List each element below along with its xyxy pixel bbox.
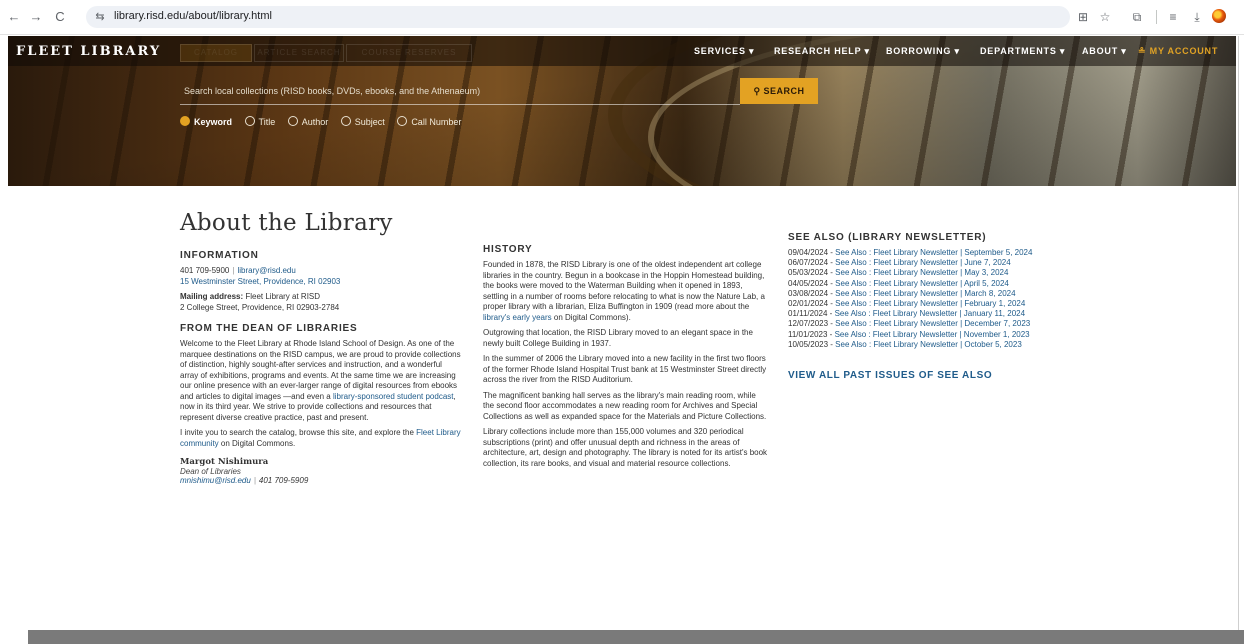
radio-call-number[interactable]: Call Number xyxy=(397,116,461,127)
hero-header: FLEET LIBRARY CATALOG ARTICLE SEARCH COU… xyxy=(8,36,1236,186)
dean-name: Margot Nishimura xyxy=(180,457,269,467)
list-item: 01/11/2024 - See Also : Fleet Library Ne… xyxy=(788,309,1026,319)
history-paragraph-3: In the summer of 2006 the Library moved … xyxy=(483,354,767,384)
star-icon[interactable]: ☆ xyxy=(1096,8,1114,26)
radio-keyword[interactable]: Keyword xyxy=(180,116,232,127)
newsletter-link[interactable]: See Also : Fleet Library Newsletter | Ap… xyxy=(835,279,1009,288)
dean-paragraph-2: I invite you to search the catalog, brow… xyxy=(180,428,461,448)
history-paragraph-5: Library collections include more than 15… xyxy=(483,427,768,468)
site-info-icon[interactable]: ⇆ xyxy=(92,9,108,25)
radio-title[interactable]: Title xyxy=(244,116,275,127)
my-account-link[interactable]: ≗ MY ACCOUNT xyxy=(1138,46,1218,57)
about-column: About the Library INFORMATION 401 709-59… xyxy=(180,210,462,485)
dean-contact: mnishimu@risd.edu | 401 709-5909 xyxy=(180,476,309,485)
newsletter-link[interactable]: See Also : Fleet Library Newsletter | Ma… xyxy=(835,289,1015,298)
radio-subject[interactable]: Subject xyxy=(340,116,385,127)
translate-icon[interactable]: ⊞ xyxy=(1074,8,1092,26)
search-underline xyxy=(180,104,740,105)
dean-title: Dean of Libraries xyxy=(180,467,241,476)
dean-heading: FROM THE DEAN OF LIBRARIES xyxy=(180,323,358,334)
newsletter-link[interactable]: See Also : Fleet Library Newsletter | Ma… xyxy=(835,268,1008,277)
early-years-link[interactable]: library's early years xyxy=(483,313,552,322)
view-all-issues-link[interactable]: VIEW ALL PAST ISSUES OF SEE ALSO xyxy=(788,370,1088,381)
toolbar-divider xyxy=(1156,10,1157,24)
list-item: 11/01/2023 - See Also : Fleet Library Ne… xyxy=(788,329,1030,339)
download-icon[interactable]: ⤓ xyxy=(1188,8,1206,26)
history-paragraph-1: Founded in 1878, the RISD Library is one… xyxy=(483,260,765,322)
list-item: 12/07/2023 - See Also : Fleet Library Ne… xyxy=(788,319,1031,329)
reload-icon[interactable]: C xyxy=(50,7,70,27)
radio-dot xyxy=(180,116,190,126)
page-edge xyxy=(1238,36,1239,630)
nav-about[interactable]: ABOUT ▾ xyxy=(1082,46,1127,57)
nav-services[interactable]: SERVICES ▾ xyxy=(694,46,754,57)
list-item: 09/04/2024 - See Also : Fleet Library Ne… xyxy=(788,248,1033,257)
tab-course-reserves[interactable]: COURSE RESERVES xyxy=(346,44,472,62)
newsletter-link[interactable]: See Also : Fleet Library Newsletter | No… xyxy=(835,330,1030,339)
history-column: HISTORY Founded in 1878, the RISD Librar… xyxy=(483,244,769,474)
newsletter-link[interactable]: See Also : Fleet Library Newsletter | Se… xyxy=(835,248,1032,257)
newsletter-list: 09/04/2024 - See Also : Fleet Library Ne… xyxy=(788,248,1088,350)
browser-toolbar: ← → C ⇆ library.risd.edu/about/library.h… xyxy=(0,0,1244,35)
nav-borrowing[interactable]: BORROWING ▾ xyxy=(886,46,960,57)
radio-dot xyxy=(397,116,408,126)
back-icon[interactable]: ← xyxy=(4,7,24,27)
newsletter-link[interactable]: See Also : Fleet Library Newsletter | De… xyxy=(835,319,1030,328)
list-item: 05/03/2024 - See Also : Fleet Library Ne… xyxy=(788,268,1009,278)
list-item: 06/07/2024 - See Also : Fleet Library Ne… xyxy=(788,258,1011,268)
list-item: 03/08/2024 - See Also : Fleet Library Ne… xyxy=(788,288,1016,298)
tab-search-icon[interactable]: ≡ xyxy=(1164,8,1182,26)
newsletter-link[interactable]: See Also : Fleet Library Newsletter | Oc… xyxy=(835,340,1022,349)
site-logo[interactable]: FLEET LIBRARY xyxy=(16,44,161,59)
newsletter-link[interactable]: See Also : Fleet Library Newsletter | Ju… xyxy=(835,258,1011,267)
contact-info: 401 709-5900 | library@risd.edu 15 Westmin… xyxy=(180,266,341,286)
newsletter-link[interactable]: See Also : Fleet Library Newsletter | Fe… xyxy=(835,299,1025,308)
radio-dot xyxy=(244,116,255,126)
search-type-radios: Keyword Title Author Subject Call Number xyxy=(180,116,471,127)
radio-author[interactable]: Author xyxy=(287,116,328,127)
page-footer xyxy=(28,630,1244,644)
library-address-link[interactable]: 15 Westminster Street, Providence, RI 02… xyxy=(180,277,340,286)
mailing-address: Mailing address: Fleet Library at RISD 2… xyxy=(180,292,340,312)
address-bar[interactable]: ⇆ library.risd.edu/about/library.html xyxy=(86,6,1070,28)
nav-research-help[interactable]: RESEARCH HELP ▾ xyxy=(774,46,870,57)
tab-article-search[interactable]: ARTICLE SEARCH xyxy=(254,44,344,62)
newsletter-link[interactable]: See Also : Fleet Library Newsletter | Ja… xyxy=(835,309,1025,318)
newsletter-heading: SEE ALSO (LIBRARY NEWSLETTER) xyxy=(788,232,987,243)
dean-paragraph-1: Welcome to the Fleet Library at Rhode Is… xyxy=(180,339,461,422)
extensions-icon[interactable]: ⧉ xyxy=(1128,8,1146,26)
library-phone: 401 709-5900 xyxy=(180,266,230,275)
library-email-link[interactable]: library@risd.edu xyxy=(237,266,295,275)
radio-dot xyxy=(340,116,351,126)
forward-icon[interactable]: → xyxy=(26,7,46,27)
search-input[interactable] xyxy=(180,80,744,102)
search-button[interactable]: ⚲ SEARCH xyxy=(740,78,818,104)
radio-dot xyxy=(287,116,298,126)
page-title: About the Library xyxy=(180,210,393,236)
mailing-label: Mailing address: xyxy=(180,292,244,301)
profile-avatar[interactable] xyxy=(1212,9,1226,23)
history-paragraph-4: The magnificent banking hall serves as t… xyxy=(483,390,767,421)
list-item: 04/05/2024 - See Also : Fleet Library Ne… xyxy=(788,278,1009,288)
information-heading: INFORMATION xyxy=(180,250,259,261)
url-text[interactable]: library.risd.edu/about/library.html xyxy=(114,10,272,22)
dean-email-link[interactable]: mnishimu@risd.edu xyxy=(180,476,251,485)
list-item: 02/01/2024 - See Also : Fleet Library Ne… xyxy=(788,299,1026,309)
list-item: 10/05/2023 - See Also : Fleet Library Ne… xyxy=(788,339,1022,349)
tab-catalog[interactable]: CATALOG xyxy=(180,44,252,62)
nav-departments[interactable]: DEPARTMENTS ▾ xyxy=(980,46,1065,57)
podcast-link[interactable]: library-sponsored student podcast xyxy=(333,392,454,401)
history-paragraph-2: Outgrowing that location, the RISD Libra… xyxy=(483,328,753,348)
newsletter-column: SEE ALSO (LIBRARY NEWSLETTER) 09/04/2024… xyxy=(788,232,1088,381)
history-heading: HISTORY xyxy=(483,244,533,255)
